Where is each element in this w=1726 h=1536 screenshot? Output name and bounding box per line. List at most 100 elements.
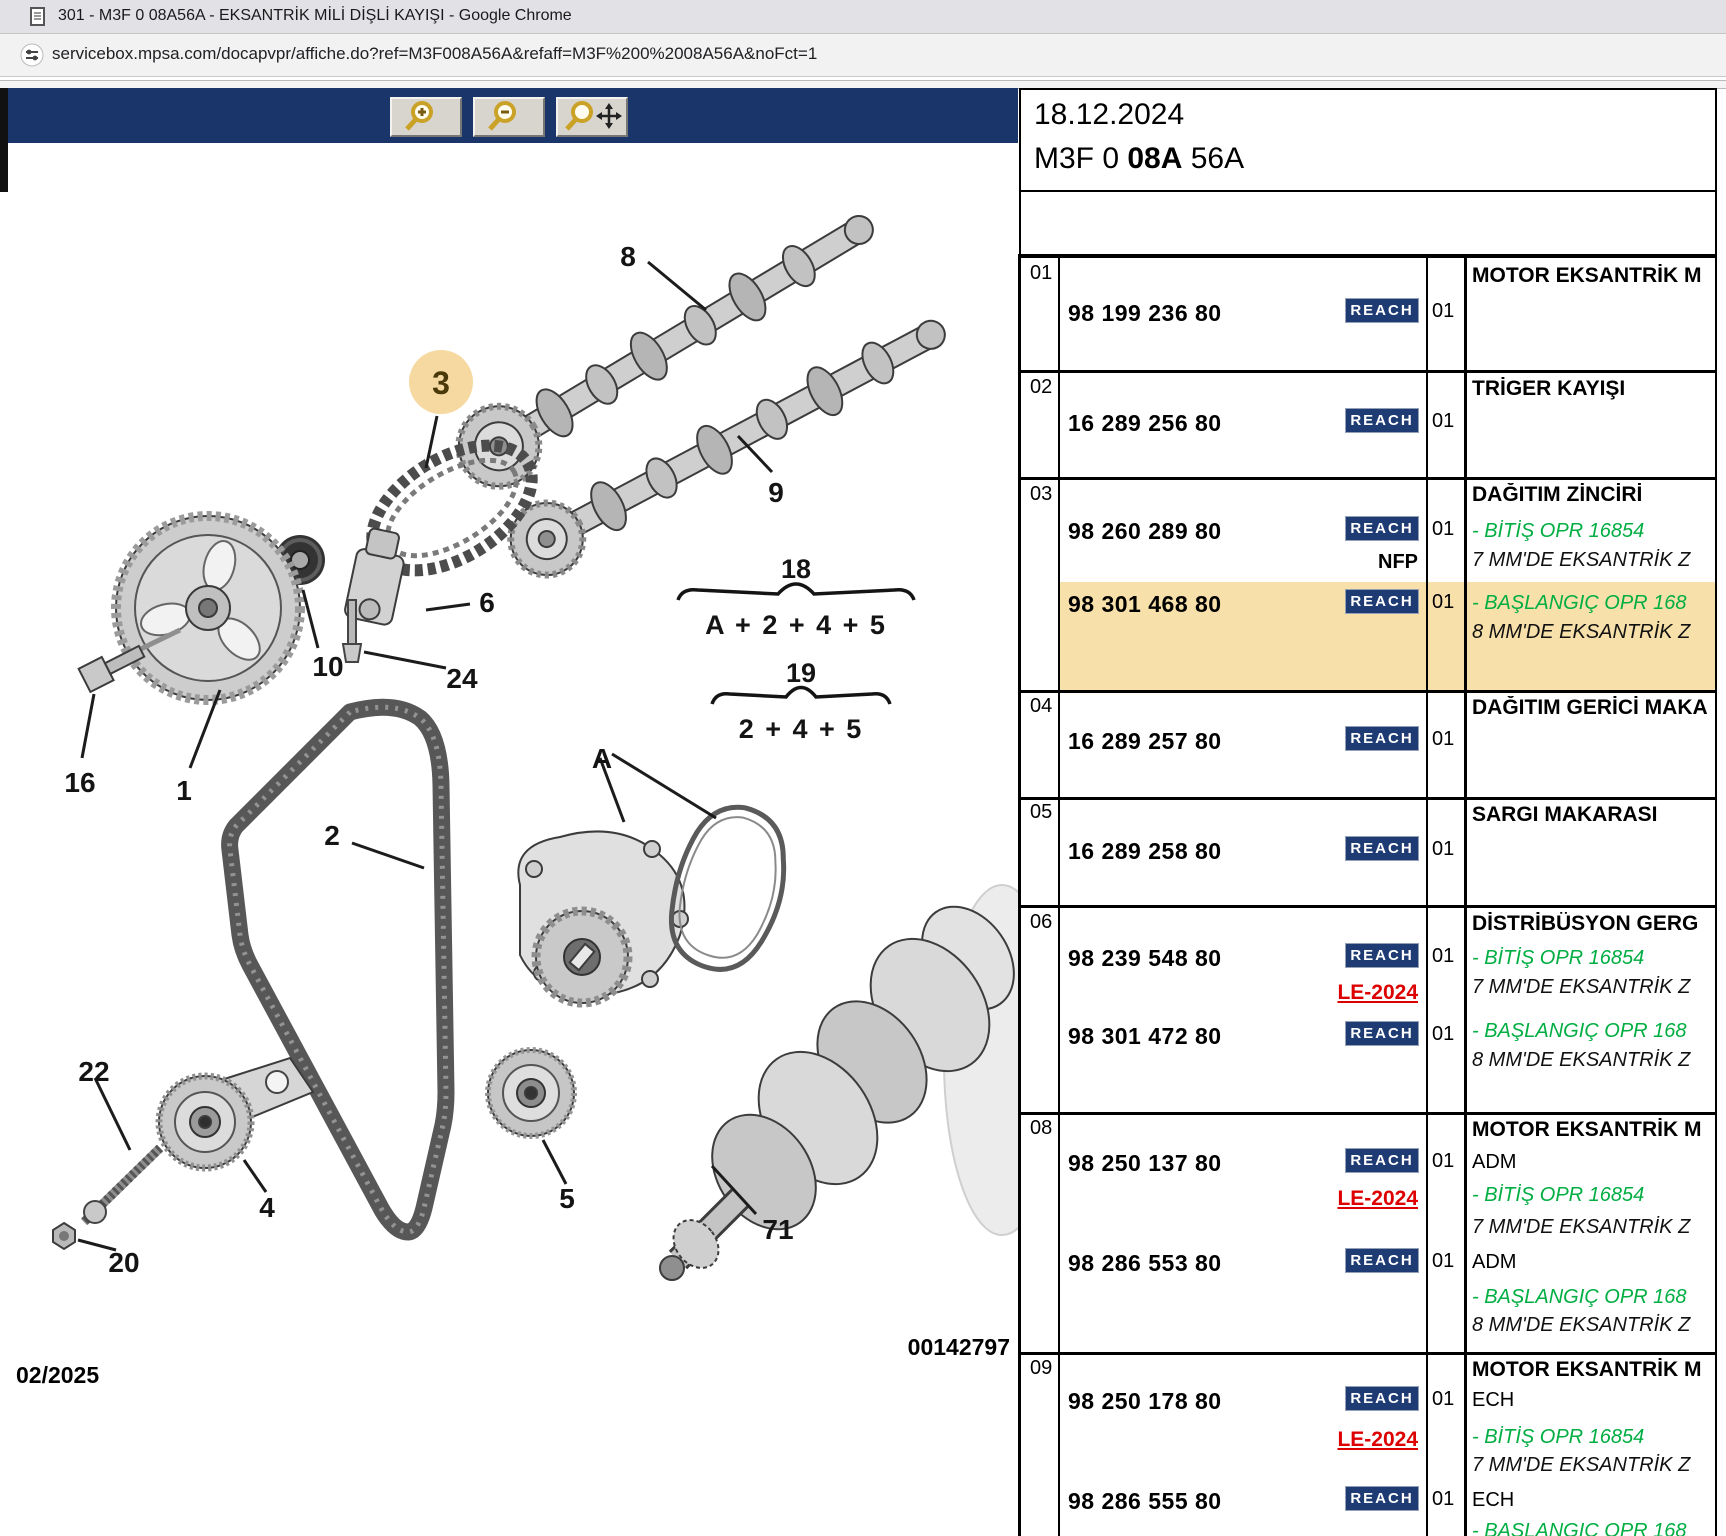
reach-badge[interactable]: REACH	[1345, 1486, 1419, 1511]
table-border	[1018, 1112, 1717, 1115]
part-quantity: 01	[1432, 1023, 1454, 1046]
part-quantity: 01	[1432, 1250, 1454, 1273]
variant-code: ADM	[1472, 1151, 1717, 1174]
part-number-link[interactable]: 98 250 178 80	[1068, 1388, 1222, 1415]
part-description: DAĞITIM ZİNCİRİ	[1472, 483, 1717, 507]
le-2024-tag[interactable]: LE-2024	[1250, 1187, 1418, 1211]
intake-camshaft-drawing	[498, 296, 960, 587]
document-code: M3F 0 08A 56A	[1034, 142, 1244, 176]
row-number: 04	[1030, 695, 1052, 718]
variant-code: ADM	[1472, 1251, 1717, 1274]
callout-6: 6	[479, 587, 495, 618]
browser-window: 301 - M3F 0 08A56A - EKSANTRİK MİLİ DİŞL…	[0, 0, 1726, 1536]
timing-belt-drawing	[230, 707, 446, 1232]
reach-badge[interactable]: REACH	[1345, 1148, 1419, 1173]
table-border	[1018, 690, 1717, 693]
zoom-pan-button[interactable]	[556, 97, 628, 137]
part-number-link[interactable]: 98 301 468 80	[1068, 591, 1222, 618]
table-border	[1426, 254, 1428, 1536]
part-description: MOTOR EKSANTRİK M	[1472, 264, 1717, 288]
part-quantity: 01	[1432, 410, 1454, 433]
row-number: 02	[1030, 376, 1052, 399]
part-description: DİSTRİBÜSYON GERG	[1472, 912, 1717, 936]
kit-19-formula: 2 + 4 + 5	[739, 714, 864, 744]
part-quantity: 01	[1432, 300, 1454, 323]
part-number-link[interactable]: 98 239 548 80	[1068, 945, 1222, 972]
applicability-note: - BİTİŞ OPR 16854	[1472, 947, 1717, 970]
table-border	[1018, 905, 1717, 908]
part-quantity: 01	[1432, 838, 1454, 861]
callout-5: 5	[559, 1183, 575, 1214]
reach-badge[interactable]: REACH	[1345, 1386, 1419, 1411]
callout-20: 20	[108, 1247, 139, 1278]
reach-badge[interactable]: REACH	[1345, 589, 1419, 614]
le-2024-tag[interactable]: LE-2024	[1250, 1428, 1418, 1452]
le-2024-tag[interactable]: LE-2024	[1250, 981, 1418, 1005]
reach-badge[interactable]: REACH	[1345, 1021, 1419, 1046]
technical-note: 7 MM'DE EKSANTRİK Z	[1472, 1454, 1717, 1477]
technical-note: 8 MM'DE EKSANTRİK Z	[1472, 1049, 1717, 1072]
technical-note: 8 MM'DE EKSANTRİK Z	[1472, 1314, 1717, 1337]
water-pump-drawing	[518, 831, 688, 1003]
reach-badge[interactable]: REACH	[1345, 1248, 1419, 1273]
drawing-number: 00142797	[860, 1334, 1010, 1361]
part-quantity: 01	[1432, 728, 1454, 751]
part-description: SARGI MAKARASI	[1472, 803, 1717, 827]
site-settings-sliders-icon[interactable]	[20, 43, 44, 72]
part-number-link[interactable]: 98 286 555 80	[1068, 1488, 1222, 1515]
table-border	[1018, 477, 1717, 480]
technical-note: 8 MM'DE EKSANTRİK Z	[1472, 621, 1717, 644]
url-text[interactable]: servicebox.mpsa.com/docapvpr/affiche.do?…	[52, 44, 817, 64]
callout-A: A	[592, 743, 612, 774]
reach-badge[interactable]: REACH	[1345, 726, 1419, 751]
kit-18-formula: A + 2 + 4 + 5	[705, 610, 887, 640]
part-number-link[interactable]: 98 199 236 80	[1068, 300, 1222, 327]
reach-badge[interactable]: REACH	[1345, 408, 1419, 433]
reach-badge[interactable]: REACH	[1345, 943, 1419, 968]
table-border	[1018, 370, 1717, 373]
part-quantity: 01	[1432, 591, 1454, 614]
part-number-link[interactable]: 16 289 256 80	[1068, 410, 1222, 437]
address-bar[interactable]: servicebox.mpsa.com/docapvpr/affiche.do?…	[0, 34, 1726, 77]
document-header-empty-box	[1019, 190, 1717, 258]
applicability-note: - BİTİŞ OPR 16854	[1472, 520, 1717, 543]
zoom-in-button[interactable]	[390, 97, 462, 137]
table-border	[1018, 1352, 1717, 1355]
reach-badge[interactable]: REACH	[1345, 516, 1419, 541]
tensioner-stud-drawing	[84, 1148, 160, 1223]
zoom-out-button[interactable]	[473, 97, 545, 137]
row-number: 01	[1030, 262, 1052, 285]
callout-3: 3	[432, 365, 450, 401]
part-number-link[interactable]: 98 260 289 80	[1068, 518, 1222, 545]
part-number-link[interactable]: 16 289 257 80	[1068, 728, 1222, 755]
reach-badge[interactable]: REACH	[1345, 836, 1419, 861]
part-number-link[interactable]: 98 301 472 80	[1068, 1023, 1222, 1050]
callout-9: 9	[768, 477, 784, 508]
camshaft-sprocket-drawing	[116, 516, 300, 700]
part-number-link[interactable]: 98 250 137 80	[1068, 1150, 1222, 1177]
reach-badge[interactable]: REACH	[1345, 298, 1419, 323]
window-title-bar: 301 - M3F 0 08A56A - EKSANTRİK MİLİ DİŞL…	[0, 0, 1726, 34]
part-number-link[interactable]: 98 286 553 80	[1068, 1250, 1222, 1277]
part-description: DAĞITIM GERİCİ MAKA	[1472, 696, 1717, 720]
kit-18-number: 18	[781, 554, 811, 584]
callout-22: 22	[78, 1056, 109, 1087]
callout-1: 1	[176, 775, 192, 806]
applicability-note: - BAŞLANGIÇ OPR 168	[1472, 1520, 1717, 1536]
callout-10: 10	[312, 651, 343, 682]
table-border	[1464, 254, 1467, 1536]
table-border	[1018, 254, 1717, 258]
variant-code: ECH	[1472, 1489, 1717, 1512]
code-prefix: M3F 0	[1034, 142, 1127, 175]
nfp-tag: NFP	[1250, 551, 1418, 574]
exploded-parts-diagram: 8 9 3 6 10 24 16 1 2 A 22 4 5 20 71 18 A…	[0, 132, 1019, 1536]
table-border	[1058, 254, 1060, 1536]
row-number: 09	[1030, 1357, 1052, 1380]
zoom-out-magnifier-icon	[475, 99, 541, 133]
technical-note: 7 MM'DE EKSANTRİK Z	[1472, 1216, 1717, 1239]
idler-pulley-drawing	[488, 1050, 574, 1136]
callout-24: 24	[446, 663, 478, 694]
part-number-link[interactable]: 16 289 258 80	[1068, 838, 1222, 865]
window-title: 301 - M3F 0 08A56A - EKSANTRİK MİLİ DİŞL…	[58, 7, 572, 25]
callout-4: 4	[259, 1192, 275, 1223]
